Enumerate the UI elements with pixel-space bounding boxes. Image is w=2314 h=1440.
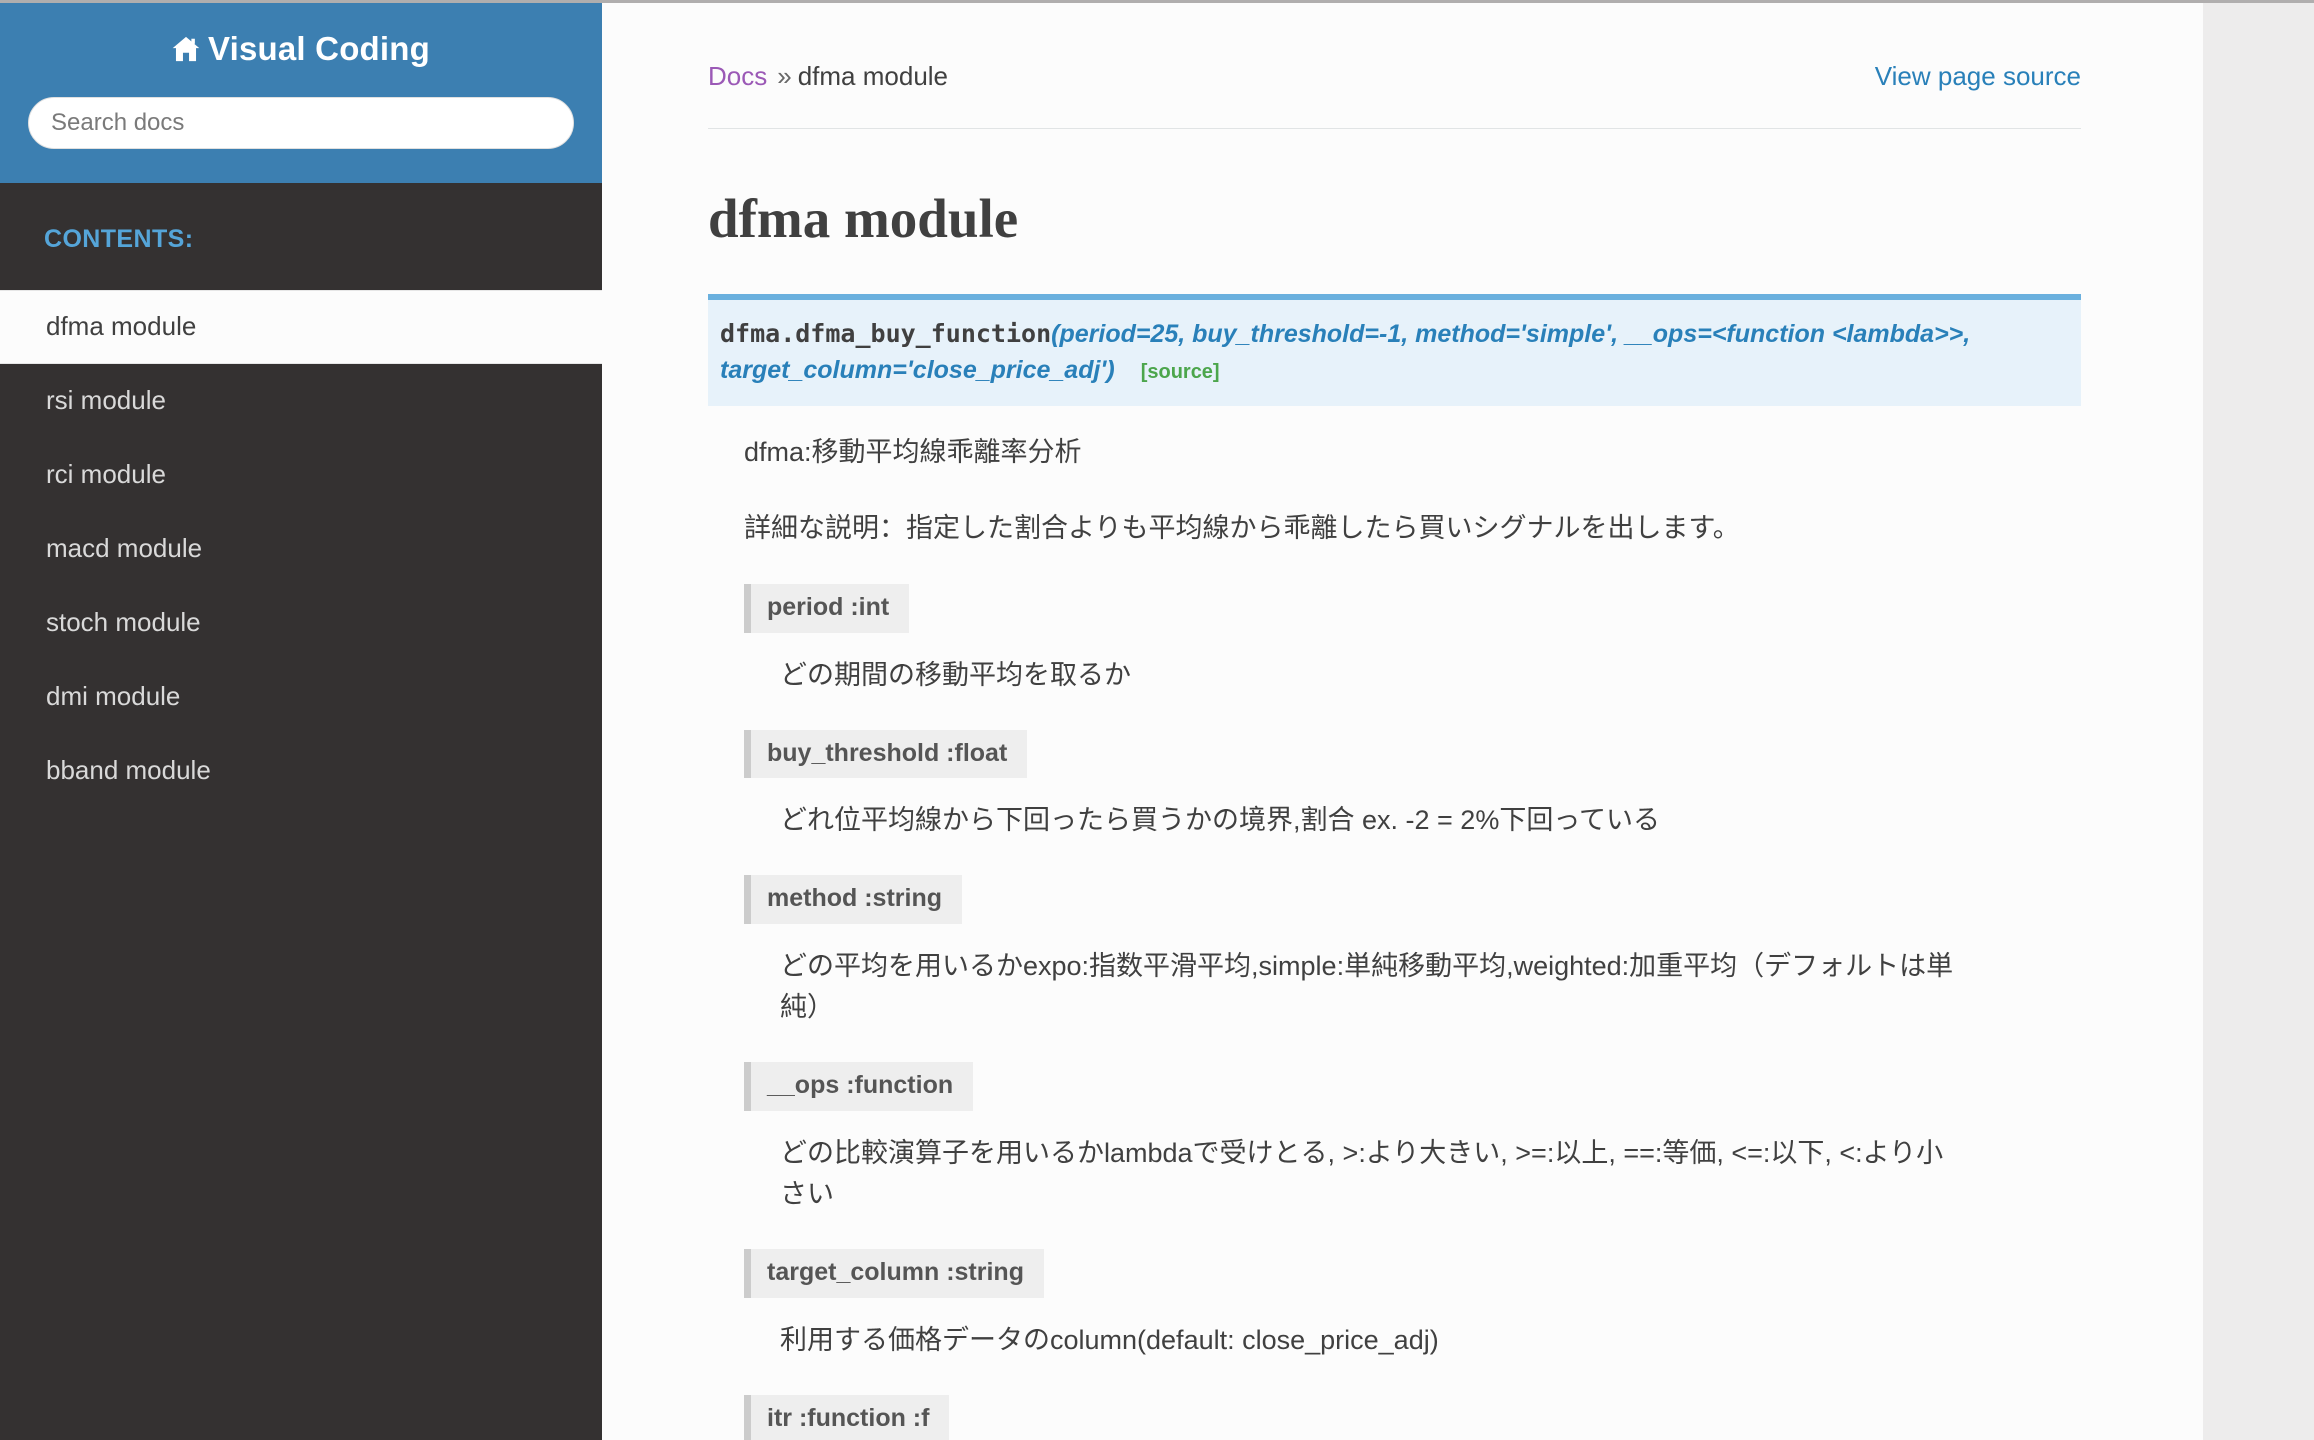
param-description: どの平均を用いるかexpo:指数平滑平均,simple:単純移動平均,weigh… [780,951,1954,1023]
breadcrumb-current: dfma module [797,61,949,91]
parameter-period: period :int どの期間の移動平均を取るか [744,583,2081,696]
main-content: Docs» dfma module View page source dfma m… [602,3,2203,1440]
parameter-target-column: target_column :string 利用する価格データのcolumn(d… [744,1249,2081,1361]
function-signature: dfma.dfma_buy_function(period=25, buy_th… [720,316,2063,389]
home-icon [172,33,200,69]
parameter-itr: itr :function :f [744,1394,2081,1440]
brand-label: Visual Coding [207,30,430,67]
param-description: 利用する価格データのcolumn(default: close_price_ad… [780,1324,1439,1355]
sidebar-item-stoch-module[interactable]: stoch module [0,586,602,660]
sidebar-item-macd-module[interactable]: macd module [0,512,602,586]
list-item: bband module [0,734,602,808]
parameter-ops: __ops :function どの比較演算子を用いるかlambdaで受けとる,… [744,1062,2081,1215]
list-item: dmi module [0,660,602,734]
sidebar-header: Visual Coding [0,3,602,184]
param-tag: period :int [744,583,910,633]
sidebar-item-rsi-module[interactable]: rsi module [0,364,602,438]
breadcrumb-link-docs[interactable]: Docs [708,61,767,91]
parameter-buy-threshold: buy_threshold :float どれ位平均線から下回ったら買うかの境界… [744,729,2081,842]
sidebar-item-rci-module[interactable]: rci module [0,438,602,512]
param-description: どの期間の移動平均を取るか [780,659,1131,690]
function-name: dfma.dfma_buy_function [720,318,1052,348]
search-container [0,97,602,150]
breadcrumb: Docs » dfma module [708,61,948,92]
function-summary: dfma:移動平均線乖離率分析 [744,437,1082,468]
page-gutter [2203,3,2314,1440]
param-tag: buy_threshold :float [744,729,1028,779]
list-item: dfma module [0,290,602,365]
parameter-method: method :string どの平均を用いるかexpo:指数平滑平均,simp… [744,875,2081,1028]
param-tag: method :string [744,875,962,925]
sidebar-item-bband-module[interactable]: bband module [0,734,602,808]
sidebar: Visual Coding CONTENTS: dfma module rsi … [0,3,602,1440]
param-tag: itr :function :f [744,1394,950,1440]
list-item: rsi module [0,364,602,438]
sidebar-item-dfma-module[interactable]: dfma module [0,290,602,365]
search-input[interactable] [28,97,574,150]
function-detail: 詳細な説明：指定した割合よりも平均線から乖離したら買いシグナルを出します。 [744,513,1740,544]
list-item: stoch module [0,586,602,660]
param-description: どの比較演算子を用いるかlambdaで受けとる, >:より大きい, >=:以上,… [780,1138,1944,1210]
param-tag: target_column :string [744,1249,1044,1298]
function-signature-block: dfma.dfma_buy_function(period=25, buy_th… [708,293,2081,407]
source-link[interactable]: [source] [1141,361,1220,383]
brand-link[interactable]: Visual Coding [0,30,602,69]
sidebar-item-dmi-module[interactable]: dmi module [0,660,602,734]
page-title: dfma module [708,188,1019,250]
function-description: dfma:移動平均線乖離率分析 詳細な説明：指定した割合よりも平均線から乖離した… [708,432,2081,1440]
list-item: rci module [0,438,602,512]
breadcrumb-separator: » [777,61,792,91]
view-page-source-link[interactable]: View page source [1875,61,2081,92]
documentation-page: Visual Coding CONTENTS: dfma module rsi … [0,0,2314,1440]
sidebar-nav-list: dfma module rsi module rci module macd m… [0,290,602,807]
param-description: どれ位平均線から下回ったら買うかの境界,割合 ex. -2 = 2%下回っている [780,805,1660,836]
breadcrumb-row: Docs » dfma module View page source [708,3,2081,130]
list-item: macd module [0,512,602,586]
contents-heading: CONTENTS: [44,225,194,254]
param-tag: __ops :function [744,1062,974,1111]
